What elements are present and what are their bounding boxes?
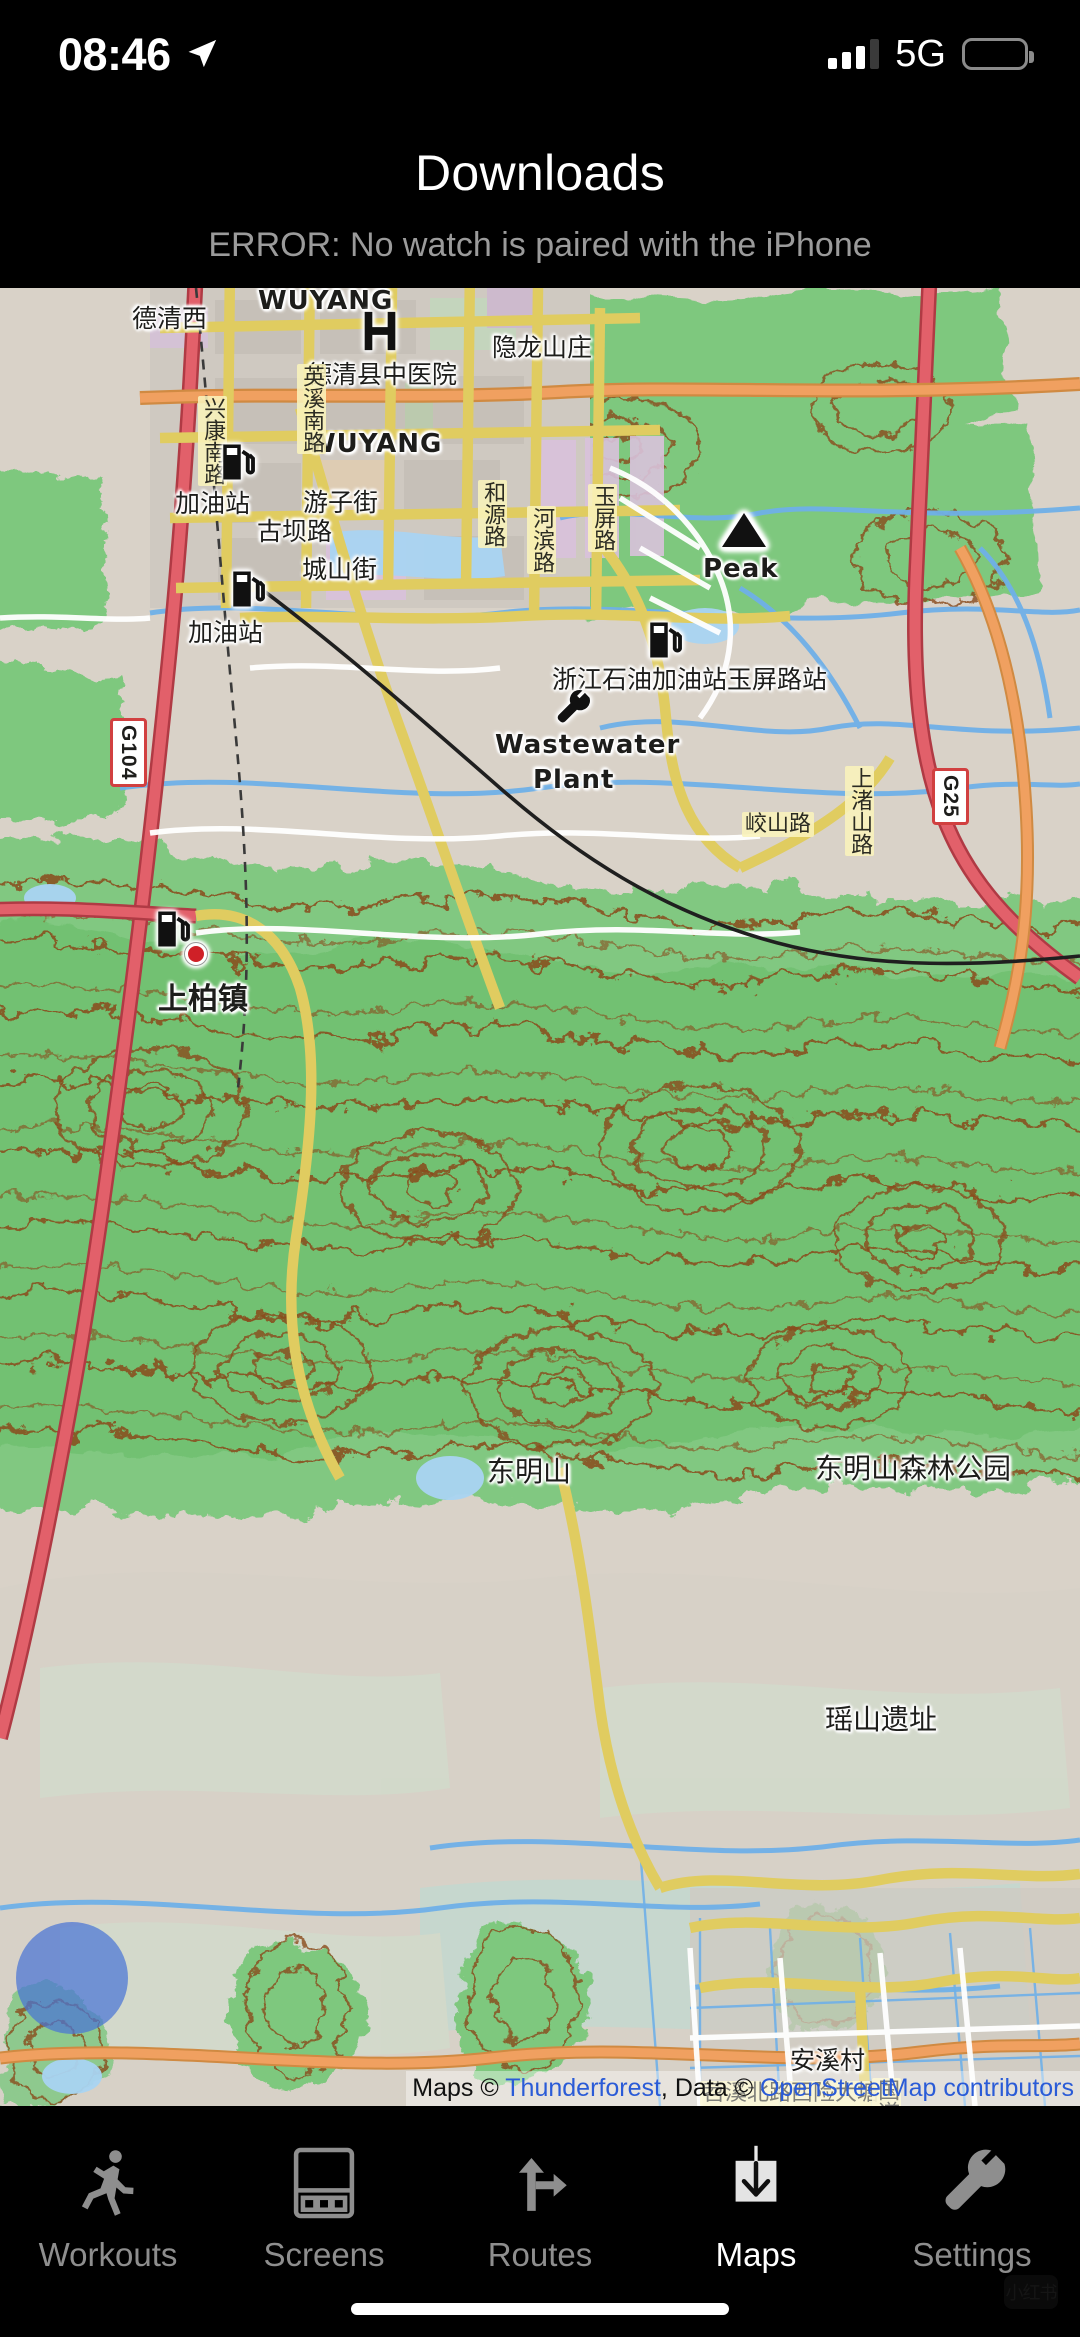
attribution-thunderforest-link[interactable]: Thunderforest [505,2074,661,2102]
status-bar: 08:46 5G [0,0,1080,108]
town-dot-icon [185,943,207,965]
map-road-label: 峧山路 [742,812,815,838]
attribution-middle: , Data © [660,2073,760,2102]
app-screen: 08:46 5G Downloads ERROR: No watch is pa… [0,0,1080,2337]
tab-workouts-label: Workouts [38,2236,178,2273]
attribution-prefix: Maps © [412,2073,506,2102]
fuel-icon [228,568,270,610]
tab-maps-label: Maps [715,2236,797,2273]
route-fork-icon [504,2144,576,2222]
map-attribution[interactable]: Maps © Thunderforest, Data © OpenStreetM… [406,2070,1080,2106]
map-road-label: 上渚山路 [845,766,875,856]
app-watermark: 小红书 [1004,2275,1058,2309]
tab-settings[interactable]: Settings [864,2144,1080,2271]
attribution-osm-link[interactable]: OpenStreetMap contributors [760,2074,1074,2102]
tab-routes[interactable]: Routes [432,2144,648,2271]
location-arrow-icon [185,37,219,71]
tab-workouts[interactable]: Workouts [0,2144,216,2271]
route-shield: G25 [932,768,969,825]
map-road-label: 和源路 [478,480,508,548]
peak-icon [722,513,766,547]
bottom-tab-bar: Workouts Screens Routes Maps Settings 小红… [0,2106,1080,2337]
tab-screens-label: Screens [263,2236,385,2273]
tab-routes-label: Routes [487,2236,593,2273]
home-indicator[interactable] [351,2303,729,2315]
header: Downloads ERROR: No watch is paired with… [0,108,1080,288]
phone-screens-icon [289,2144,359,2222]
map-road-label: 河滨路 [527,506,557,574]
map-view[interactable]: 德清西 WUYANG 德清县中医院 隐龙山庄 WUYANG 加油站 游子街 古坝路 城山街 Pea… [0,288,1080,2106]
running-person-icon [72,2144,144,2222]
tab-maps[interactable]: Maps [648,2144,864,2271]
download-map-icon [720,2144,792,2222]
tab-settings-label: Settings [912,2236,1032,2273]
route-shield: G104 [110,718,147,788]
network-type-label: 5G [895,32,946,75]
fuel-icon [218,441,260,483]
status-clock: 08:46 [58,28,171,80]
map-road-label: 玉屏路 [588,484,618,552]
fuel-icon [645,619,687,661]
tab-screens[interactable]: Screens [216,2144,432,2271]
status-bar-right: 5G [828,32,1034,76]
hospital-icon [357,308,403,354]
wrench-icon [552,688,592,728]
page-title: Downloads [414,145,666,201]
map-road-label: 英溪南路 [297,364,327,454]
battery-full-icon [962,38,1034,70]
locate-me-button[interactable] [16,1922,128,2034]
cellular-signal-icon [828,39,880,69]
error-message: ERROR: No watch is paired with the iPhon… [208,226,872,264]
wrench-icon [936,2144,1008,2222]
status-bar-left: 08:46 [58,32,219,77]
